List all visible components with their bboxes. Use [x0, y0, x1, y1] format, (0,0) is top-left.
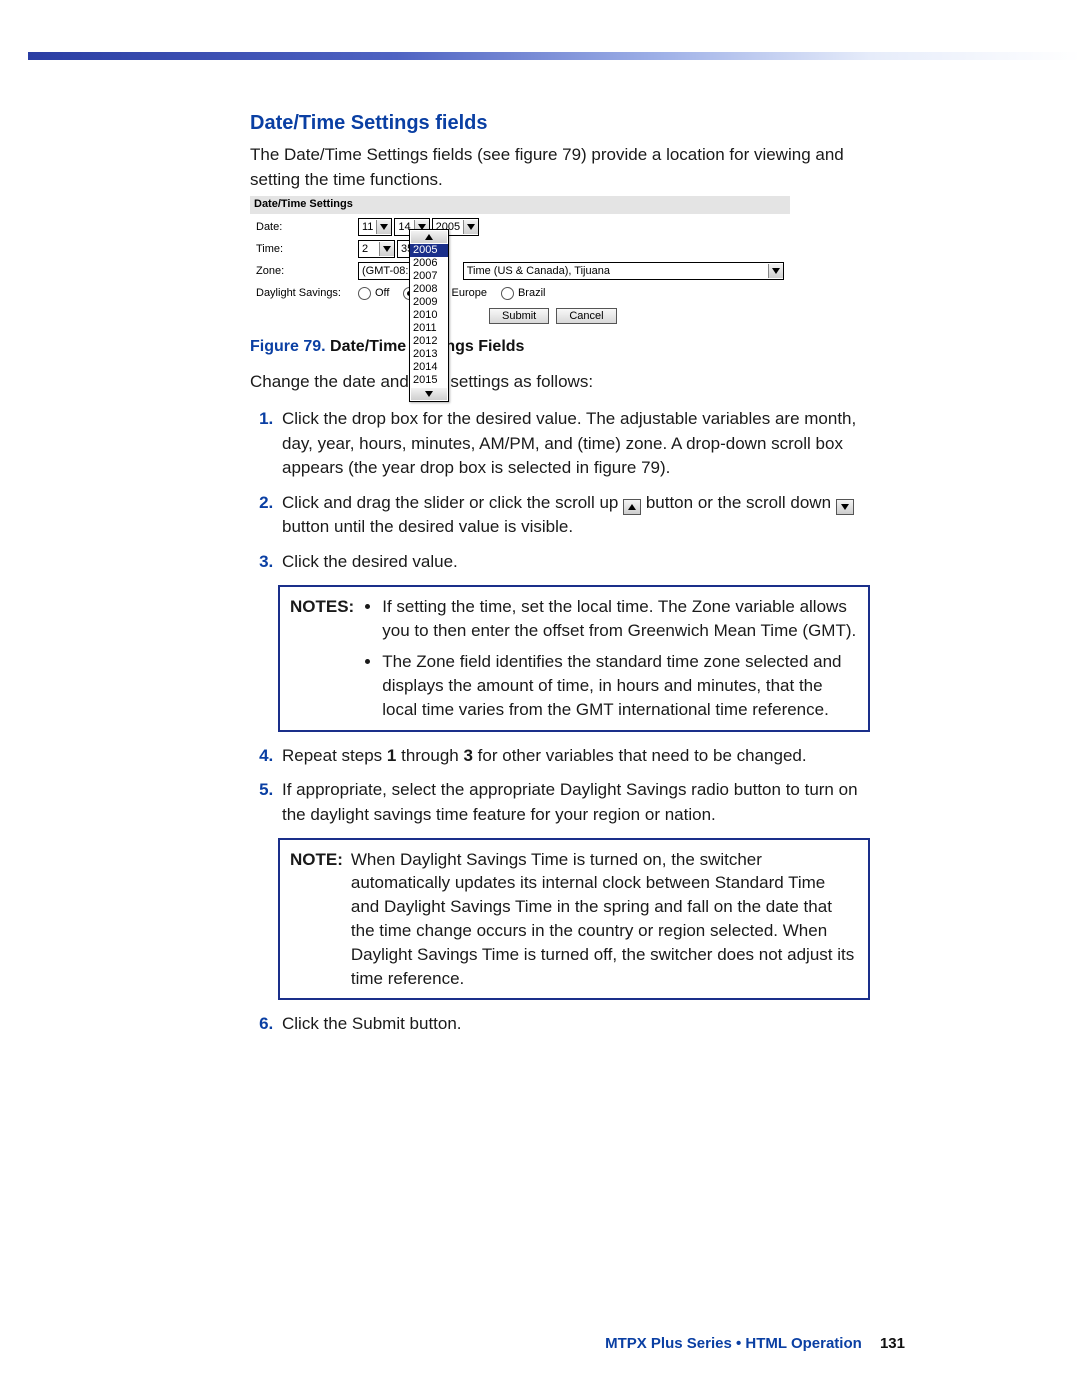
footer-text: MTPX Plus Series • HTML Operation: [605, 1335, 862, 1352]
step-1-text: Click the drop box for the desired value…: [282, 409, 856, 477]
step-5: If appropriate, select the appropriate D…: [278, 778, 870, 827]
dropdown-hour-value: 2: [359, 241, 379, 257]
page-content: Date/Time Settings fields The Date/Time …: [250, 112, 870, 1047]
note-text: When Daylight Savings Time is turned on,…: [351, 848, 858, 991]
note-box-2: NOTE: When Daylight Savings Time is turn…: [278, 838, 870, 1001]
label-daylight: Daylight Savings:: [256, 287, 358, 299]
step-3-text: Click the desired value.: [282, 552, 458, 571]
steps-list-final: Click the Submit button.: [250, 1012, 870, 1037]
steps-list: Click the drop box for the desired value…: [250, 407, 870, 575]
year-dropdown-expanded[interactable]: 2005 2006 2007 2008 2009 2010 2011 2012 …: [409, 229, 449, 402]
radio-off[interactable]: [358, 287, 371, 300]
step-2-text-a: Click and drag the slider or click the s…: [282, 493, 623, 512]
year-option-selected[interactable]: 2005: [410, 244, 448, 257]
page-number: 131: [880, 1335, 905, 1352]
year-option[interactable]: 2010: [410, 309, 448, 322]
year-option[interactable]: 2015: [410, 374, 448, 387]
chevron-down-icon[interactable]: [463, 220, 478, 234]
notes-list: If setting the time, set the local time.…: [362, 595, 858, 722]
radio-brazil-label: Brazil: [518, 287, 546, 299]
notes-label: NOTES:: [290, 595, 354, 619]
row-time: Time: 2 35: [256, 240, 784, 258]
step-4-d: 3: [463, 746, 472, 765]
step-4-b: 1: [387, 746, 396, 765]
step-1: Click the drop box for the desired value…: [278, 407, 870, 481]
figure-body: Date: 11 14 2005 Time: [250, 214, 790, 330]
year-option[interactable]: 2013: [410, 348, 448, 361]
scroll-up-icon: [623, 499, 641, 515]
radio-brazil[interactable]: [501, 287, 514, 300]
figure-79: Date/Time Settings Date: 11 14 2005: [250, 196, 790, 330]
chevron-down-icon[interactable]: [768, 264, 783, 278]
chevron-down-icon[interactable]: [376, 220, 391, 234]
step-2-text-b: button or the scroll down: [646, 493, 836, 512]
scroll-up-icon[interactable]: [411, 231, 447, 243]
year-option[interactable]: 2014: [410, 361, 448, 374]
page-footer: MTPX Plus Series • HTML Operation 131: [605, 1335, 905, 1352]
step-4-e: for other variables that need to be chan…: [473, 746, 807, 765]
scroll-down-icon[interactable]: [411, 388, 447, 400]
label-zone: Zone:: [256, 265, 358, 277]
change-intro: Change the date and time settings as fol…: [250, 370, 870, 395]
step-4: Repeat steps 1 through 3 for other varia…: [278, 744, 870, 769]
year-option[interactable]: 2009: [410, 296, 448, 309]
figure-title-bar: Date/Time Settings: [250, 196, 790, 214]
notes-item: If setting the time, set the local time.…: [382, 595, 858, 643]
dropdown-hour[interactable]: 2: [358, 240, 395, 258]
section-title: Date/Time Settings fields: [250, 112, 870, 135]
row-daylight: Daylight Savings: Off Europe Brazil: [256, 284, 784, 302]
chevron-down-icon[interactable]: [379, 242, 394, 256]
radio-off-label: Off: [375, 287, 389, 299]
step-2: Click and drag the slider or click the s…: [278, 491, 870, 540]
step-4-c: through: [396, 746, 463, 765]
dropdown-zone-name-value: Time (US & Canada), Tijuana: [464, 263, 768, 279]
step-3: Click the desired value.: [278, 550, 870, 575]
year-option[interactable]: 2008: [410, 283, 448, 296]
step-4-a: Repeat steps: [282, 746, 387, 765]
dropdown-month[interactable]: 11: [358, 218, 392, 236]
row-date: Date: 11 14 2005: [256, 218, 784, 236]
cancel-button[interactable]: Cancel: [556, 308, 616, 324]
dropdown-month-value: 11: [359, 219, 376, 235]
intro-paragraph: The Date/Time Settings fields (see figur…: [250, 143, 870, 192]
year-list-body: 2005 2006 2007 2008 2009 2010 2011 2012 …: [410, 244, 448, 387]
figure-caption: Figure 79. Date/Time Settings Fields: [250, 338, 870, 356]
dropdown-zone-name[interactable]: Time (US & Canada), Tijuana: [463, 262, 784, 280]
notes-item: The Zone field identifies the standard t…: [382, 650, 858, 721]
step-6-text: Click the Submit button.: [282, 1014, 462, 1033]
year-option[interactable]: 2011: [410, 322, 448, 335]
notes-box-1: NOTES: If setting the time, set the loca…: [278, 585, 870, 732]
radio-europe-label: Europe: [451, 287, 486, 299]
label-time: Time:: [256, 243, 358, 255]
step-2-text-c: button until the desired value is visibl…: [282, 517, 573, 536]
figure-caption-prefix: Figure 79.: [250, 338, 326, 355]
label-date: Date:: [256, 221, 358, 233]
step-5-text: If appropriate, select the appropriate D…: [282, 780, 858, 824]
figure-button-row: Submit Cancel: [489, 308, 784, 324]
year-option[interactable]: 2007: [410, 270, 448, 283]
submit-button[interactable]: Submit: [489, 308, 549, 324]
year-option[interactable]: 2012: [410, 335, 448, 348]
steps-list-continued: Repeat steps 1 through 3 for other varia…: [250, 744, 870, 828]
scroll-down-icon: [836, 499, 854, 515]
header-gradient-bar: [28, 52, 1080, 60]
step-6: Click the Submit button.: [278, 1012, 870, 1037]
year-option[interactable]: 2006: [410, 257, 448, 270]
note-label: NOTE:: [290, 848, 343, 872]
row-zone: Zone: (GMT-08:00 Time (US & Canada), Tij…: [256, 262, 784, 280]
document-page: Date/Time Settings fields The Date/Time …: [0, 0, 1080, 1397]
